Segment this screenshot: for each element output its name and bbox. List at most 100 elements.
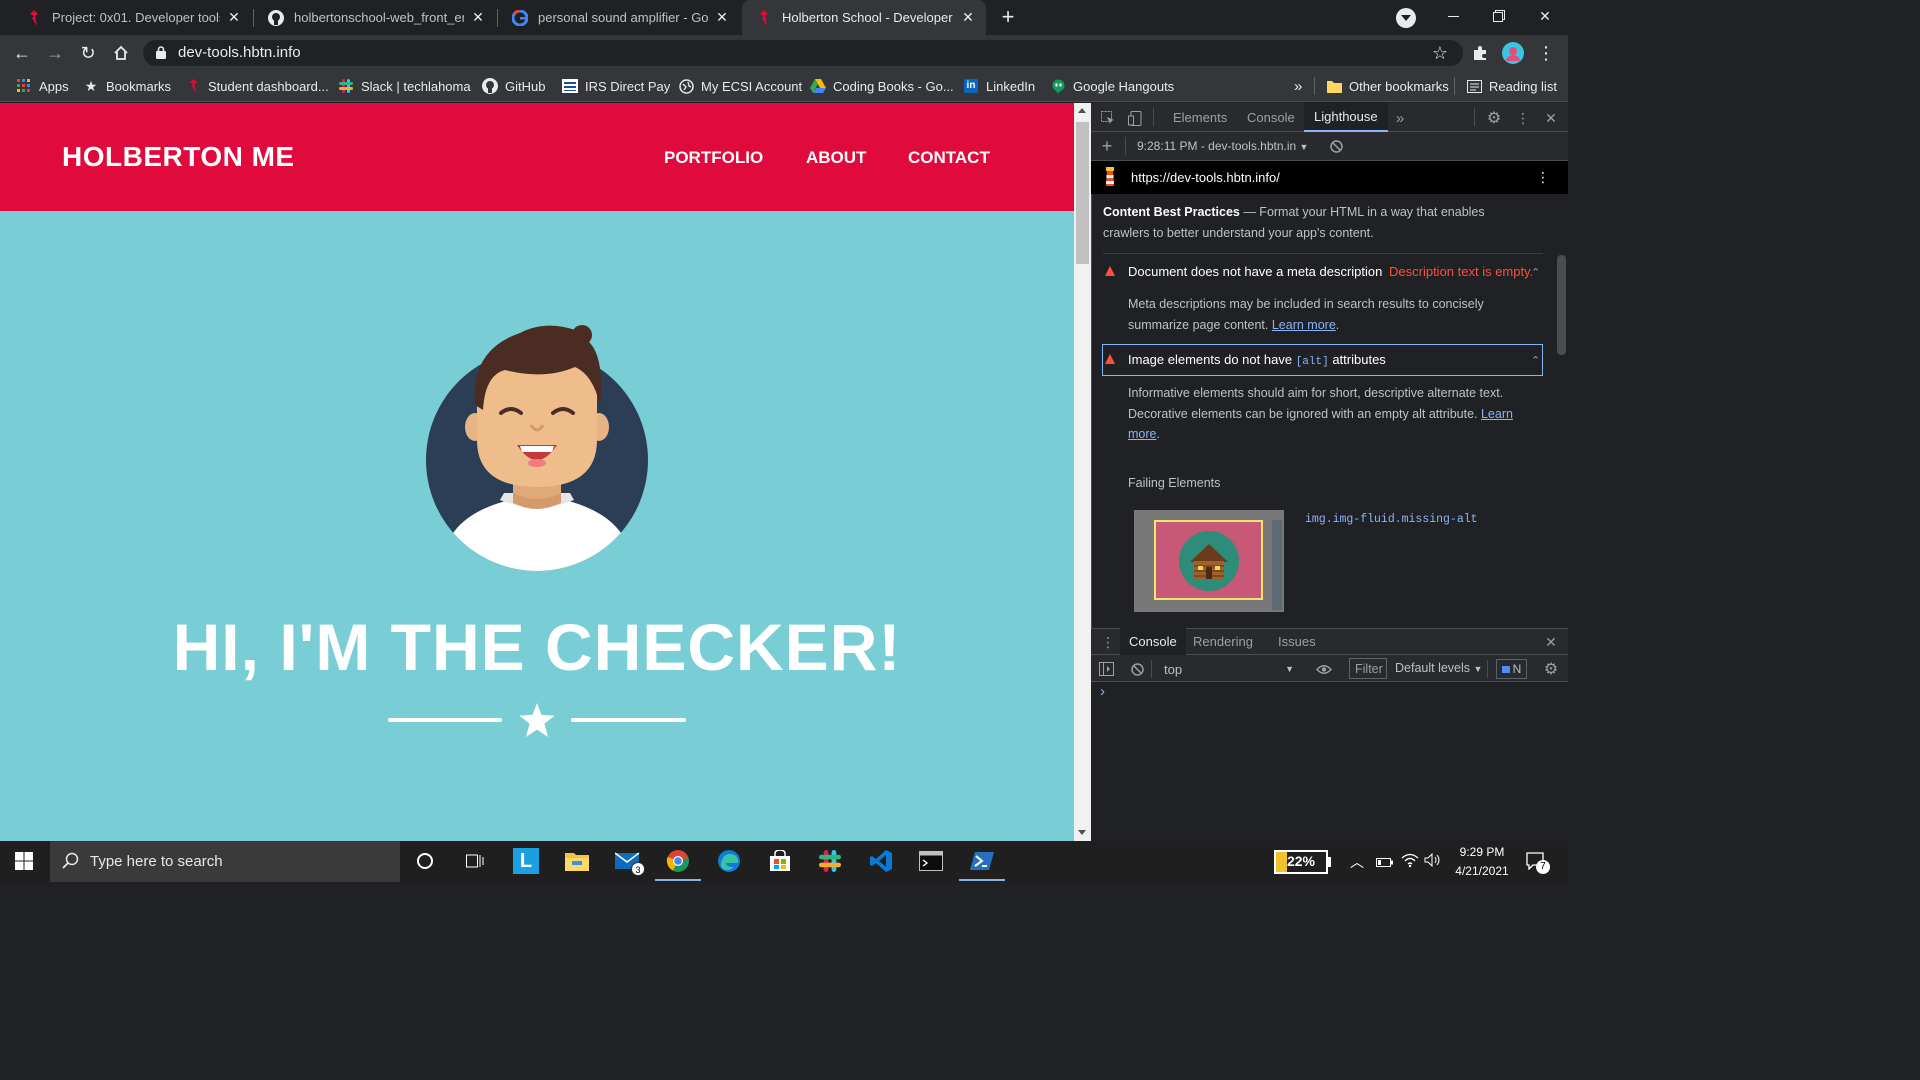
new-report-button[interactable]: + [1098, 136, 1116, 156]
home-button[interactable] [109, 41, 133, 65]
audit-meta-description[interactable]: Document does not have a meta descriptio… [1128, 264, 1533, 279]
taskbar-app-l[interactable]: L [511, 846, 541, 876]
extensions-button[interactable] [1468, 41, 1492, 65]
drawer-tab-rendering[interactable]: Rendering [1184, 628, 1262, 655]
report-menu-button[interactable]: ⋮ [1534, 168, 1552, 186]
reload-button[interactable]: ↻ [76, 41, 100, 65]
reading-list-button[interactable]: Reading list [1466, 70, 1557, 102]
console-output[interactable] [1091, 682, 1568, 841]
bookmarks-overflow-button[interactable]: » [1294, 70, 1302, 102]
bookmark-apps[interactable]: Apps [16, 70, 69, 102]
tab-search-button[interactable] [1396, 8, 1416, 28]
windows-start-button[interactable] [15, 852, 33, 875]
clear-reports-button[interactable] [1327, 137, 1345, 155]
tab-holberton-developer-tools[interactable]: Holberton School - Developer to ✕ [742, 0, 986, 35]
battery-indicator[interactable]: 22% [1274, 850, 1328, 874]
more-tabs-button[interactable]: » [1391, 109, 1409, 127]
close-tab-icon[interactable]: ✕ [470, 9, 486, 26]
live-expression-button[interactable] [1315, 660, 1333, 678]
drawer-menu-button[interactable]: ⋮ [1099, 633, 1117, 651]
drawer-tab-issues[interactable]: Issues [1269, 628, 1325, 655]
clock-date[interactable]: 4/21/2021 [1450, 864, 1514, 878]
wifi-icon[interactable] [1401, 852, 1419, 873]
report-url[interactable]: https://dev-tools.hbtn.info/ [1131, 170, 1280, 185]
bookmark-student-dashboard[interactable]: Student dashboard... [185, 70, 329, 102]
tab-google-search[interactable]: personal sound amplifier - Googl ✕ [498, 0, 740, 35]
taskbar-powershell[interactable] [959, 846, 1005, 881]
bookmark-google-hangouts[interactable]: Google Hangouts [1050, 70, 1174, 102]
bookmark-irs-direct-pay[interactable]: IRS Direct Pay [562, 70, 670, 102]
learn-more-link[interactable]: Learn [1481, 407, 1513, 421]
learn-more-link[interactable]: more [1128, 427, 1156, 441]
bookmark-star-button[interactable]: ☆ [1428, 41, 1452, 65]
new-tab-button[interactable]: + [996, 5, 1020, 29]
bookmark-coding-books[interactable]: Coding Books - Go... [810, 70, 954, 102]
inspect-element-button[interactable] [1099, 109, 1117, 127]
scroll-up-icon[interactable] [1078, 108, 1086, 113]
taskbar-edge[interactable] [714, 846, 744, 876]
taskbar-file-explorer[interactable] [562, 846, 592, 876]
page-scroll-thumb[interactable] [1076, 122, 1089, 264]
learn-more-link[interactable]: Learn more [1272, 318, 1336, 332]
console-sidebar-button[interactable] [1097, 660, 1115, 678]
report-selector[interactable]: 9:28:11 PM - dev-tools.hbtn.in ▼ [1137, 139, 1308, 153]
issues-counter[interactable]: N [1496, 659, 1527, 679]
bookmark-slack[interactable]: Slack | techlahoma [338, 70, 471, 102]
minimize-button[interactable] [1430, 0, 1476, 32]
chevron-up-icon[interactable]: ︿ [1350, 852, 1364, 872]
bookmark-ecsi[interactable]: My ECSI Account [678, 70, 802, 102]
close-tab-icon[interactable]: ✕ [960, 9, 976, 26]
devtools-tab-lighthouse[interactable]: Lighthouse [1304, 103, 1388, 132]
failing-element-thumbnail[interactable] [1134, 510, 1284, 612]
bookmark-other-bookmarks[interactable]: Other bookmarks [1326, 70, 1449, 102]
nav-about[interactable]: ABOUT [806, 148, 866, 168]
profile-avatar[interactable] [1502, 42, 1524, 64]
chevron-up-icon[interactable]: ⌃ [1531, 266, 1540, 279]
taskbar-slack[interactable] [815, 846, 845, 876]
address-bar[interactable] [143, 40, 1463, 66]
settings-button[interactable]: ⚙ [1485, 109, 1503, 127]
nav-contact[interactable]: CONTACT [908, 148, 990, 168]
context-selector[interactable]: top ▼ [1158, 659, 1300, 679]
chrome-menu-button[interactable]: ⋮ [1534, 41, 1558, 65]
console-prompt[interactable]: › [1100, 683, 1105, 700]
close-window-button[interactable]: ✕ [1522, 0, 1568, 32]
restore-button[interactable] [1476, 0, 1522, 32]
chevron-up-icon[interactable]: ⌃ [1531, 354, 1540, 367]
bookmark-github[interactable]: GitHub [482, 70, 545, 102]
back-button[interactable]: ← [10, 41, 34, 65]
drawer-tab-console[interactable]: Console [1120, 628, 1186, 655]
tab-github[interactable]: holbertonschool-web_front_end/ ✕ [254, 0, 496, 35]
report-scroll-thumb[interactable] [1557, 255, 1566, 355]
scroll-down-icon[interactable] [1078, 830, 1086, 835]
bookmark-linkedin[interactable]: in LinkedIn [963, 70, 1035, 102]
clock-time[interactable]: 9:29 PM [1456, 845, 1508, 859]
bookmark-bookmarks[interactable]: ★ Bookmarks [83, 70, 171, 102]
devtools-menu-button[interactable]: ⋮ [1514, 109, 1532, 127]
tab-project-dev-tools[interactable]: Project: 0x01. Developer tools | H ✕ [12, 0, 252, 35]
close-tab-icon[interactable]: ✕ [226, 9, 242, 26]
taskbar-mail[interactable]: 3 [613, 846, 645, 876]
failing-element-selector[interactable]: img.img-fluid.missing-alt [1305, 513, 1478, 526]
volume-icon[interactable] [1424, 852, 1442, 872]
site-brand[interactable]: HOLBERTON ME [62, 141, 295, 173]
close-devtools-button[interactable]: ✕ [1542, 109, 1560, 127]
forward-button[interactable]: → [43, 41, 67, 65]
taskbar-chrome[interactable] [655, 846, 701, 881]
device-toolbar-button[interactable] [1126, 109, 1144, 127]
notifications-button[interactable]: 7 [1526, 852, 1550, 875]
console-filter-input[interactable]: Filter [1349, 658, 1387, 679]
nav-portfolio[interactable]: PORTFOLIO [664, 148, 763, 168]
taskbar-terminal[interactable] [916, 846, 946, 876]
clear-console-button[interactable] [1128, 660, 1146, 678]
close-tab-icon[interactable]: ✕ [714, 9, 730, 26]
devtools-tab-elements[interactable]: Elements [1163, 103, 1237, 132]
task-view-button[interactable] [460, 846, 490, 876]
taskbar-store[interactable] [765, 846, 795, 876]
url-text[interactable]: dev-tools.hbtn.info [178, 44, 301, 61]
close-drawer-button[interactable]: ✕ [1542, 633, 1560, 651]
taskbar-vscode[interactable] [866, 846, 896, 876]
console-settings-button[interactable]: ⚙ [1542, 660, 1560, 678]
battery-icon[interactable] [1376, 855, 1394, 873]
log-levels-dropdown[interactable]: Default levels ▼ [1395, 661, 1482, 675]
